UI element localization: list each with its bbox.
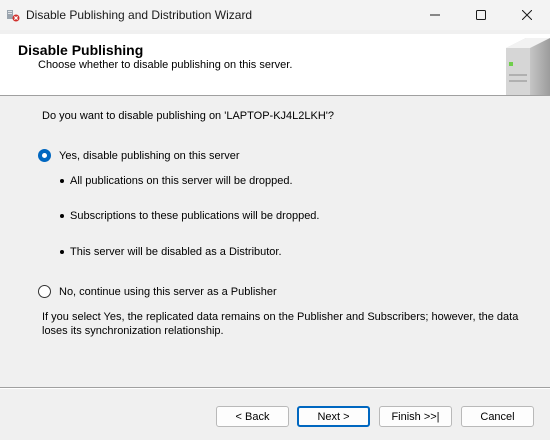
radio-yes-selected-icon[interactable] [38, 149, 51, 162]
window-controls [412, 0, 550, 30]
maximize-button[interactable] [458, 0, 504, 30]
bullet-text: Subscriptions to these publications will… [70, 210, 320, 222]
option-yes[interactable]: Yes, disable publishing on this server [38, 149, 240, 162]
info-note: If you select Yes, the replicated data r… [42, 311, 519, 337]
bullet-text: All publications on this server will be … [70, 175, 293, 187]
bullet-item: This server will be disabled as a Distri… [60, 246, 282, 258]
next-button[interactable]: Next > [297, 406, 370, 427]
minimize-icon [430, 14, 440, 16]
wizard-window: Disable Publishing and Distribution Wiza… [0, 0, 550, 440]
title-bar[interactable]: Disable Publishing and Distribution Wiza… [0, 0, 550, 30]
radio-no-icon[interactable] [38, 285, 51, 298]
option-no-label: No, continue using this server as a Publ… [59, 285, 277, 298]
wizard-app-icon [6, 8, 20, 22]
wizard-header: Disable Publishing Choose whether to dis… [0, 34, 550, 96]
cancel-button[interactable]: Cancel [461, 406, 534, 427]
question-text: Do you want to disable publishing on 'LA… [42, 110, 335, 122]
bullet-text: This server will be disabled as a Distri… [70, 246, 282, 258]
page-title: Disable Publishing [18, 42, 144, 58]
bullet-icon [60, 179, 64, 183]
bullet-icon [60, 250, 64, 254]
option-no[interactable]: No, continue using this server as a Publ… [38, 285, 277, 298]
close-button[interactable] [504, 0, 550, 30]
page-subtitle: Choose whether to disable publishing on … [38, 59, 293, 71]
close-icon [522, 10, 532, 20]
minimize-button[interactable] [412, 0, 458, 30]
maximize-icon [476, 10, 486, 20]
bullet-item: All publications on this server will be … [60, 175, 293, 187]
server-graphic-icon [500, 34, 550, 95]
bullet-item: Subscriptions to these publications will… [60, 210, 319, 222]
finish-button[interactable]: Finish >>| [379, 406, 452, 427]
bullet-icon [60, 214, 64, 218]
option-yes-label: Yes, disable publishing on this server [59, 149, 240, 162]
back-button[interactable]: < Back [216, 406, 289, 427]
window-title: Disable Publishing and Distribution Wiza… [26, 8, 253, 22]
footer-separator [0, 387, 550, 389]
